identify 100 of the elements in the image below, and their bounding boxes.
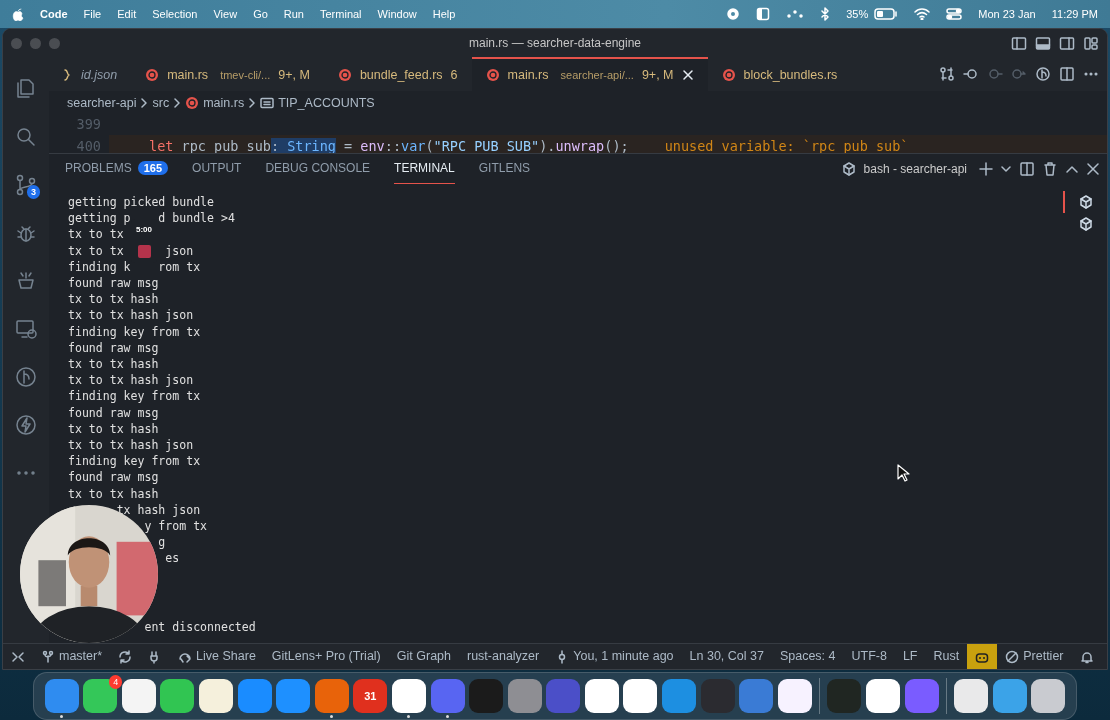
breadcrumb-item[interactable]: src [152,93,170,113]
editor-tab[interactable]: main.rs searcher-api/... 9+, M [471,57,708,91]
terminal-line: finding key from tx [68,388,201,405]
notification-badge: 4 [109,675,123,689]
terminal-line: found raw msg [68,339,159,357]
close-icon[interactable] [1087,162,1099,175]
terminal-line: found raw msg [68,275,159,292]
branch-icon [41,649,55,664]
menu-bar-date[interactable]: Mon 23 Jan [978,5,1036,23]
menu-item[interactable]: Selection [144,5,206,23]
sidebar-icon[interactable] [756,7,771,21]
branch-button[interactable]: master* [33,644,111,669]
terminal-line: tx to tx hash json [68,372,194,389]
trash-icon[interactable] [1043,160,1057,177]
copilot-button[interactable] [967,644,998,669]
bluetooth-icon[interactable] [820,7,831,21]
terminal-line: tx to tx hash [68,485,159,502]
cube-icon [1079,217,1093,231]
terminal-line: y from tx [143,518,208,535]
plus-icon[interactable] [979,161,993,176]
toggles-icon[interactable] [946,8,963,20]
status-item[interactable]: GitLens+ Pro (Trial) [263,644,389,669]
app-icon[interactable] [391,679,426,713]
blame-item[interactable]: You, 1 minute ago [547,644,682,669]
terminal-selector[interactable]: bash - searcher-api [863,159,967,178]
apple-icon[interactable] [12,7,24,21]
app-icon[interactable] [623,679,658,713]
panel-tab[interactable]: PROBLEMS 165 [65,153,169,184]
app-icon[interactable] [1031,679,1066,713]
wifi-icon[interactable] [914,8,931,20]
toggle-panel-icon[interactable] [1035,35,1051,51]
split-terminal-icon[interactable] [1019,160,1035,177]
breadcrumb-item[interactable]: main.rs [203,93,245,113]
menu-item[interactable]: Edit [109,5,145,23]
menu-item[interactable]: Run [275,5,312,23]
app-icon[interactable] [866,679,901,713]
terminal-line: finding key from tx [68,323,201,340]
app-icon[interactable]: 31 [353,679,388,713]
menu-item[interactable]: Terminal [312,5,370,23]
terminal-line: ent disconnected [143,618,256,635]
app-icon[interactable] [954,679,989,713]
menu-item[interactable]: Go [245,5,276,23]
editor-tab[interactable]: main.rs tmev-cli/... 9+, M [131,57,324,91]
menu-item[interactable]: Window [369,5,425,23]
menu-item[interactable]: Help [424,5,464,23]
sync-icon [118,649,133,664]
battery-icon[interactable] [874,8,899,20]
caret-icon[interactable] [1001,164,1011,173]
app-menu[interactable]: Code [32,5,76,23]
app-icon[interactable] [83,679,118,713]
menu-bar-clock[interactable]: 11:29 PM [1051,5,1098,23]
panel-tab[interactable]: OUTPUT [192,153,242,184]
editor-tab[interactable]: block_bundles.rs [707,57,852,91]
status-item[interactable]: rust-analyzer [459,644,548,669]
menu-item[interactable]: View [205,5,246,23]
app-icon[interactable] [121,679,156,713]
app-icon[interactable] [198,679,233,713]
panel-tab[interactable]: DEBUG CONSOLE [265,153,371,184]
compare-icon[interactable] [939,66,955,82]
status-item[interactable]: Git Graph [388,644,459,669]
badge: 3 [27,185,40,199]
back-icon[interactable] [963,66,979,82]
bell-icon [1079,649,1094,664]
language-mode[interactable]: Rust [925,644,968,669]
monitor-icon[interactable] [14,317,38,341]
line-ending[interactable]: LF [894,644,926,669]
search-icon[interactable] [14,125,38,149]
editor-tab[interactable]: id.json [49,57,132,91]
disabled-icon [1005,649,1020,664]
remote-icon [11,649,25,664]
encoding[interactable]: UTF-8 [843,644,895,669]
app-icon[interactable] [160,679,195,713]
terminal-line: tx to tx hash [68,356,159,373]
dots-icon[interactable] [786,7,805,21]
formatter-item[interactable]: Prettier [997,644,1072,669]
lightning-icon[interactable] [14,413,38,437]
panel-tab[interactable]: TERMINAL [394,153,455,184]
editor-tab[interactable]: bundle_feed.rs 6 [323,57,472,91]
breadcrumb-item[interactable]: TIP_ACCOUNTS [278,93,375,113]
chevron-icon [248,98,257,108]
terminal-line: found raw msg [68,469,159,486]
line-number: 400 [75,137,102,153]
toggle-sidebar-icon[interactable] [1011,35,1027,51]
layout-icon[interactable] [1083,35,1099,51]
terminal-line: tx to tx hash [68,420,159,438]
panel-tab[interactable]: GITLENS [478,153,531,184]
chevron-icon [173,98,182,108]
menu-item[interactable]: File [75,5,110,23]
status-item[interactable]: Live Share [170,644,264,669]
app-icon[interactable] [777,679,812,713]
indentation[interactable]: Spaces: 4 [771,644,844,669]
toggle-secondary-sidebar-icon[interactable] [1059,35,1075,51]
breadcrumb-item[interactable]: searcher-api [67,93,137,113]
terminal-line: tx to tx [68,226,124,243]
cursor-position[interactable]: Ln 30, Col 37 [681,644,772,669]
chevron-up-icon[interactable] [1065,163,1079,174]
app-icon[interactable] [584,679,619,713]
split-editor-icon[interactable] [1059,66,1075,82]
terminal-line: getting picked bundle [68,194,214,211]
terminal-line: es [164,550,180,567]
